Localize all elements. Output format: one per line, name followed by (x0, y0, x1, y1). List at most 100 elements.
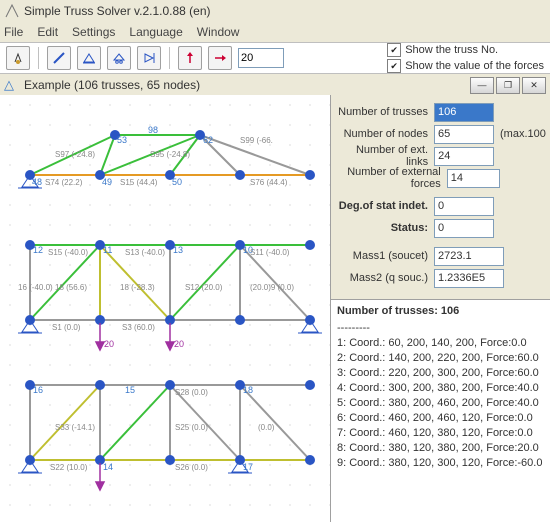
svg-text:S95 (-24.8): S95 (-24.8) (150, 150, 190, 159)
log-line: 2: Coord.: 140, 200, 220, 200, Force:60.… (337, 351, 544, 366)
svg-text:S3 (60.0): S3 (60.0) (122, 323, 155, 332)
value-status: 0 (434, 219, 494, 238)
svg-text:S13 (-40.0): S13 (-40.0) (125, 248, 165, 257)
log-header: Number of trusses: 106 (337, 304, 544, 319)
minimize-button[interactable]: — (470, 77, 494, 94)
subwindow-title: Example (106 trusses, 65 nodes) (24, 78, 200, 92)
svg-text:S1 (0.0): S1 (0.0) (52, 323, 81, 332)
value-deg-indet: 0 (434, 197, 494, 216)
label-ext-forces: Number of external forces (331, 166, 441, 190)
label-deg-indet: Deg.of stat indet. (339, 200, 428, 212)
log-line: 4: Coord.: 300, 200, 380, 200, Force:40.… (337, 381, 544, 396)
value-ext-forces[interactable]: 14 (447, 169, 500, 188)
subwindow-title-bar: △ Example (106 trusses, 65 nodes) — ❐ ✕ (0, 74, 550, 97)
svg-text:16 (-40.0): 16 (-40.0) (18, 283, 53, 292)
svg-text:49: 49 (102, 177, 112, 187)
svg-text:98: 98 (148, 125, 158, 135)
svg-text:S28 (0.0): S28 (0.0) (175, 388, 208, 397)
menu-window[interactable]: Window (197, 25, 240, 39)
svg-text:S22 (10.0): S22 (10.0) (50, 463, 88, 472)
svg-text:50: 50 (172, 177, 182, 187)
app-title: Simple Truss Solver v.2.1.0.88 (en) (24, 4, 211, 18)
tool-fixed-support-icon[interactable] (137, 46, 161, 70)
triangle-icon: △ (4, 77, 20, 93)
app-icon (4, 3, 20, 19)
svg-text:18: 18 (243, 385, 253, 395)
svg-text:S15 (44.4): S15 (44.4) (120, 178, 158, 187)
value-num-nodes[interactable]: 65 (434, 125, 494, 144)
log-line: 3: Coord.: 220, 200, 300, 200, Force:60.… (337, 366, 544, 381)
svg-text:13: 13 (173, 245, 183, 255)
checkbox-show-force-values[interactable]: ✔Show the value of the forces (387, 59, 544, 73)
svg-text:S99 (-66.: S99 (-66. (240, 136, 273, 145)
right-panel: Number of trusses 106 Number of nodes 65 (m… (331, 95, 550, 522)
log-line: 7: Coord.: 460, 120, 380, 120, Force:0.0 (337, 426, 544, 441)
maximize-button[interactable]: ❐ (496, 77, 520, 94)
menu-settings[interactable]: Settings (72, 25, 115, 39)
label-mass2: Mass2 (q souc.) (350, 272, 428, 284)
truss-canvas[interactable]: 48 49 50 53 98 62 S97 (-24.8) S95 (-24.8… (0, 95, 331, 522)
svg-text:S76 (44.4): S76 (44.4) (250, 178, 288, 187)
title-bar: Simple Truss Solver v.2.1.0.88 (en) (0, 0, 550, 22)
tool-node-icon[interactable] (6, 46, 30, 70)
svg-text:S25 (0.0): S25 (0.0) (175, 423, 208, 432)
svg-text:14: 14 (103, 462, 113, 472)
log-line: 1: Coord.: 60, 200, 140, 200, Force:0.0 (337, 336, 544, 351)
value-mass1: 2723.1 (434, 247, 504, 266)
svg-text:S97 (-24.8): S97 (-24.8) (55, 150, 95, 159)
svg-text:20: 20 (174, 339, 184, 349)
svg-text:15: 15 (125, 385, 135, 395)
log-output[interactable]: Number of trusses: 106 --------- 1: Coor… (331, 299, 550, 522)
checkbox-show-truss-no[interactable]: ✔Show the truss No. (387, 43, 544, 57)
label-ext-links: Number of ext. links (331, 144, 428, 168)
svg-text:48: 48 (32, 177, 42, 187)
toolbar-separator (38, 47, 39, 69)
svg-text:17: 17 (243, 462, 253, 472)
value-ext-links[interactable]: 24 (434, 147, 494, 166)
menu-bar: File Edit Settings Language Window (0, 22, 550, 42)
tool-pin-support-icon[interactable] (77, 46, 101, 70)
menu-language[interactable]: Language (129, 25, 182, 39)
svg-text:S11 (-40.0): S11 (-40.0) (250, 248, 290, 257)
svg-text:11: 11 (103, 245, 112, 255)
svg-text:16: 16 (33, 385, 43, 395)
svg-text:12: 12 (33, 245, 43, 255)
value-num-trusses[interactable]: 106 (434, 103, 494, 122)
svg-text:20: 20 (104, 339, 114, 349)
svg-text:S74 (22.2): S74 (22.2) (45, 178, 83, 187)
truss-drawing: 48 49 50 53 98 62 S97 (-24.8) S95 (-24.8… (0, 95, 330, 522)
log-line: 9: Coord.: 380, 120, 300, 120, Force:-60… (337, 456, 544, 471)
log-line: 8: Coord.: 380, 120, 380, 200, Force:20.… (337, 441, 544, 456)
label-num-nodes: Number of nodes (344, 128, 428, 140)
tool-truss-icon[interactable] (47, 46, 71, 70)
svg-text:S33 (-14.1): S33 (-14.1) (55, 423, 95, 432)
svg-text:(20.0)9 (0.0): (20.0)9 (0.0) (250, 283, 294, 292)
svg-text:(0.0): (0.0) (258, 423, 275, 432)
label-mass1: Mass1 (soucet) (353, 250, 428, 262)
value-mass2: 1.2336E5 (434, 269, 504, 288)
log-line: 6: Coord.: 460, 200, 460, 120, Force:0.0 (337, 411, 544, 426)
tool-force-right-icon[interactable] (208, 46, 232, 70)
check-icon: ✔ (387, 43, 401, 57)
max-nodes-hint: (max.100 (500, 128, 544, 140)
tool-roller-support-icon[interactable] (107, 46, 131, 70)
menu-file[interactable]: File (4, 25, 23, 39)
svg-text:S15 (-40.0): S15 (-40.0) (48, 248, 88, 257)
label-num-trusses: Number of trusses (338, 106, 428, 118)
log-separator: --------- (337, 321, 544, 336)
menu-edit[interactable]: Edit (37, 25, 58, 39)
svg-text:S26 (0.0): S26 (0.0) (175, 463, 208, 472)
label-status: Status: (391, 222, 428, 234)
toolbar: ✔Show the truss No. ✔Show the value of t… (0, 42, 550, 74)
svg-text:18 (-28.3): 18 (-28.3) (120, 283, 155, 292)
svg-text:S12 (20.0): S12 (20.0) (185, 283, 223, 292)
svg-text:18 (56.6): 18 (56.6) (55, 283, 87, 292)
toolbar-separator (169, 47, 170, 69)
check-icon: ✔ (387, 59, 401, 73)
tool-force-up-icon[interactable] (178, 46, 202, 70)
step-input[interactable] (238, 48, 284, 68)
stats-panel: Number of trusses 106 Number of nodes 65 (m… (331, 95, 550, 299)
close-button[interactable]: ✕ (522, 77, 546, 94)
svg-text:62: 62 (203, 135, 213, 145)
svg-text:53: 53 (117, 135, 127, 145)
